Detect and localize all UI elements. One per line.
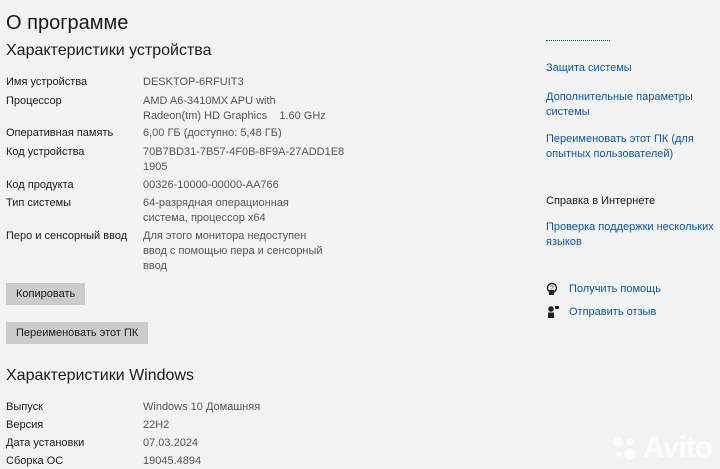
- install-date-value: 07.03.2024: [143, 437, 199, 449]
- system-type-value-line1: 64-разрядная операционная: [143, 197, 289, 209]
- pen-touch-value-line1: Для этого монитора недоступен: [143, 230, 307, 242]
- get-help-link[interactable]: Получить помощь: [569, 283, 661, 295]
- device-specs-heading: Характеристики устройства: [6, 42, 212, 59]
- device-name-value: DESKTOP-6RFUIT3: [143, 76, 244, 88]
- version-label: Версия: [6, 419, 44, 431]
- processor-value-line2: Radeon(tm) HD Graphics 1.60 GHz: [143, 110, 326, 122]
- pen-touch-label: Перо и сенсорный ввод: [6, 230, 128, 242]
- feedback-icon: [546, 305, 560, 319]
- product-id-value: 00326-10000-00000-AA766: [143, 179, 279, 191]
- processor-label: Процессор: [6, 95, 62, 107]
- windows-specs-heading: Характеристики Windows: [6, 367, 194, 384]
- language-support-link-line1[interactable]: Проверка поддержки нескольких: [546, 219, 714, 235]
- page-title: О программе: [6, 12, 129, 34]
- device-id-label: Код устройства: [6, 146, 85, 158]
- pen-touch-value-line2: ввод с помощью пера и сенсорный: [143, 245, 323, 257]
- avito-watermark-text: Avito: [643, 431, 713, 464]
- os-build-label: Сборка ОС: [6, 455, 64, 467]
- device-id-value-line1: 70B7BD31-7B57-4F0B-8F9A-27ADD1E8: [143, 146, 345, 158]
- cut-off-link-fragment: [546, 40, 610, 44]
- avito-watermark: Avito: [609, 430, 713, 465]
- processor-value-line1: AMD A6-3410MX APU with: [143, 95, 276, 107]
- edition-value: Windows 10 Домашняя: [143, 401, 261, 413]
- device-id-value-line2: 1905: [143, 161, 168, 173]
- send-feedback-link[interactable]: Отправить отзыв: [569, 306, 656, 318]
- system-type-value-line2: система, процессор x64: [143, 212, 266, 224]
- advanced-system-settings-link-line1[interactable]: Дополнительные параметры: [546, 89, 693, 105]
- device-name-label: Имя устройства: [6, 76, 88, 88]
- rename-pc-button[interactable]: Переименовать этот ПК: [6, 322, 149, 344]
- language-support-link-line2[interactable]: языков: [546, 234, 582, 250]
- rename-pc-advanced-link-line2[interactable]: опытных пользователей): [546, 146, 673, 162]
- avito-logo-icon: [613, 437, 637, 460]
- os-build-value: 19045.4894: [143, 455, 202, 467]
- version-value: 22H2: [143, 419, 170, 431]
- online-help-heading: Справка в Интернете: [546, 195, 656, 207]
- ram-value: 6,00 ГБ (доступно: 5,48 ГБ): [143, 127, 282, 139]
- pen-touch-value-line3: ввод: [143, 260, 167, 272]
- install-date-label: Дата установки: [6, 437, 85, 449]
- copy-button[interactable]: Копировать: [6, 283, 86, 305]
- product-id-label: Код продукта: [6, 179, 74, 191]
- system-type-label: Тип системы: [6, 197, 72, 209]
- help-chat-icon: ?: [546, 282, 560, 296]
- system-protection-link[interactable]: Защита системы: [546, 60, 632, 76]
- advanced-system-settings-link-line2[interactable]: системы: [546, 104, 590, 120]
- rename-pc-advanced-link-line1[interactable]: Переименовать этот ПК (для: [546, 131, 694, 147]
- edition-label: Выпуск: [6, 401, 43, 413]
- ram-label: Оперативная память: [6, 127, 114, 139]
